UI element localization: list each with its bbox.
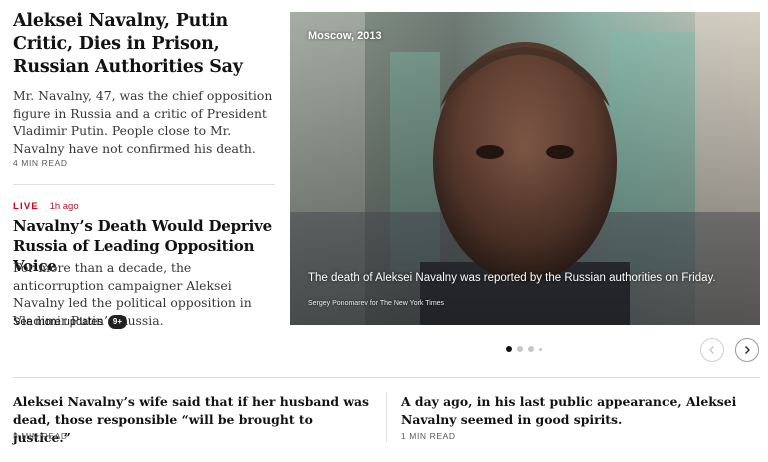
chevron-right-icon	[745, 346, 750, 354]
photo-caption: The death of Aleksei Navalny was reporte…	[308, 272, 716, 284]
carousel-dot[interactable]	[528, 346, 534, 352]
photo-location-label: Moscow, 2013	[308, 30, 382, 42]
divider	[13, 377, 760, 378]
carousel-dots	[506, 346, 542, 352]
carousel-dot[interactable]	[539, 347, 542, 351]
bottom-story-read-time: 3 MIN READ	[13, 431, 68, 441]
see-more-updates-label: See more updates	[13, 316, 103, 328]
carousel-dot[interactable]	[506, 346, 512, 352]
bottom-story-headline[interactable]: A day ago, in his last public appearance…	[401, 393, 756, 429]
carousel-prev-button[interactable]	[700, 338, 724, 362]
photo-credit: Sergey Ponomarev for The New York Times	[308, 300, 445, 307]
live-label: LIVE	[13, 201, 39, 212]
carousel-next-button[interactable]	[735, 338, 759, 362]
see-more-updates-link[interactable]: See more updates 9+	[13, 315, 128, 329]
carousel-dot[interactable]	[517, 346, 523, 352]
live-indicator: LIVE 1h ago	[13, 201, 79, 212]
bottom-story-read-time: 1 MIN READ	[401, 431, 456, 441]
lead-summary: Mr. Navalny, 47, was the chief oppositio…	[13, 88, 273, 156]
divider	[386, 392, 387, 442]
chevron-left-icon	[709, 346, 714, 354]
lead-headline[interactable]: Aleksei Navalny, Putin Critic, Dies in P…	[13, 10, 275, 79]
updates-count-badge: 9+	[107, 315, 128, 329]
lead-read-time: 4 MIN READ	[13, 158, 68, 168]
divider	[13, 184, 275, 185]
live-timestamp: 1h ago	[49, 201, 79, 212]
